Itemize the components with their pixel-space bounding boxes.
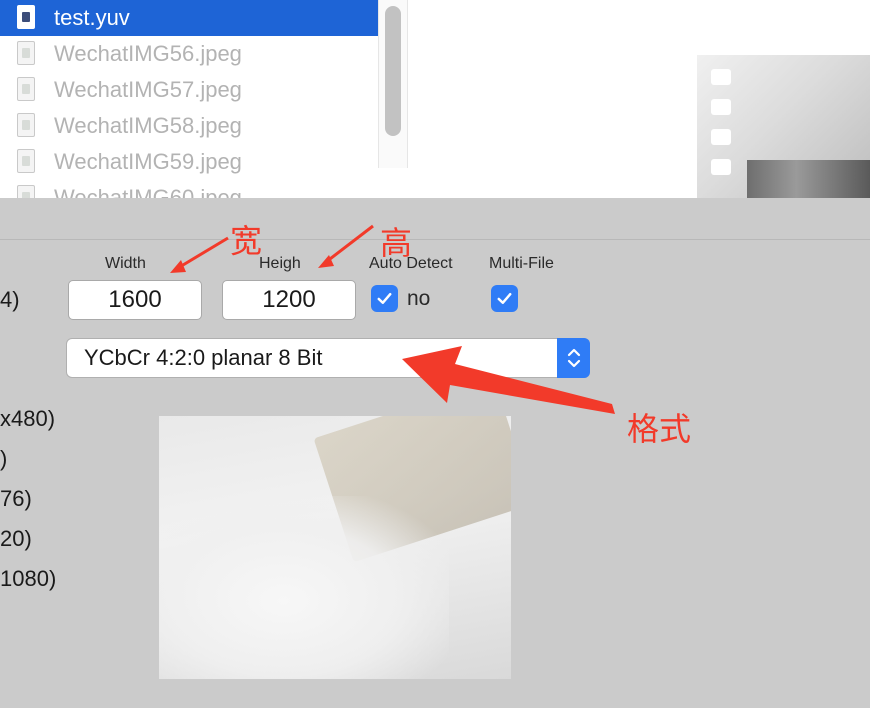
format-annotation: 格式 <box>627 410 692 448</box>
file-name: WechatIMG59.jpeg <box>54 149 242 174</box>
multi-file-checkbox[interactable] <box>491 285 518 312</box>
file-name: WechatIMG56.jpeg <box>54 41 242 66</box>
width-label: Width <box>105 255 146 272</box>
clipped-label: 4) <box>0 287 20 312</box>
yuv-preview-image <box>159 416 511 679</box>
image-file-icon <box>17 77 35 101</box>
height-annotation: 高 <box>380 224 413 262</box>
file-row[interactable]: WechatIMG56.jpeg <box>0 36 378 72</box>
image-file-icon <box>17 149 35 173</box>
checkmark-icon <box>497 292 512 305</box>
size-preset-item[interactable]: 1080) <box>0 566 56 592</box>
file-name: WechatIMG60.jpeg <box>54 185 242 198</box>
scrollbar-thumb[interactable] <box>385 6 401 136</box>
width-input[interactable]: 1600 <box>68 280 202 320</box>
select-stepper[interactable] <box>557 338 590 378</box>
size-preset-item[interactable]: 76) <box>0 486 32 512</box>
file-row[interactable]: WechatIMG59.jpeg <box>0 144 378 180</box>
image-file-icon <box>17 41 35 65</box>
format-value: YCbCr 4:2:0 planar 8 Bit <box>84 345 323 370</box>
file-row[interactable]: WechatIMG57.jpeg <box>0 72 378 108</box>
file-row[interactable]: WechatIMG60.jpeg <box>0 180 378 198</box>
height-input[interactable]: 1200 <box>222 280 356 320</box>
file-name: WechatIMG57.jpeg <box>54 77 242 102</box>
size-preset-item[interactable]: x480) <box>0 406 55 432</box>
file-name: WechatIMG58.jpeg <box>54 113 242 138</box>
auto-detect-result: no <box>407 287 431 310</box>
size-preset-item[interactable]: ) <box>0 446 7 472</box>
file-list[interactable]: test.yuv WechatIMG56.jpeg WechatIMG57.jp… <box>0 0 378 198</box>
file-row[interactable]: WechatIMG58.jpeg <box>0 108 378 144</box>
divider <box>0 239 870 240</box>
format-select[interactable]: YCbCr 4:2:0 planar 8 Bit <box>66 338 590 378</box>
width-annotation: 宽 <box>230 222 263 260</box>
yuv-settings-panel: Width Heigh Auto Detect Multi-File 4) 16… <box>0 198 870 708</box>
image-file-icon <box>17 113 35 137</box>
checkmark-icon <box>377 292 392 305</box>
chevron-up-down-icon <box>567 348 580 368</box>
auto-detect-checkbox[interactable] <box>371 285 398 312</box>
file-preview-thumbnail <box>697 55 870 198</box>
image-file-icon <box>17 185 35 198</box>
file-row-test-yuv[interactable]: test.yuv <box>0 0 378 36</box>
file-name: test.yuv <box>54 5 130 30</box>
video-file-icon <box>17 5 35 29</box>
height-label: Heigh <box>259 255 301 272</box>
multi-file-label: Multi-File <box>489 255 554 272</box>
size-preset-item[interactable]: 20) <box>0 526 32 552</box>
